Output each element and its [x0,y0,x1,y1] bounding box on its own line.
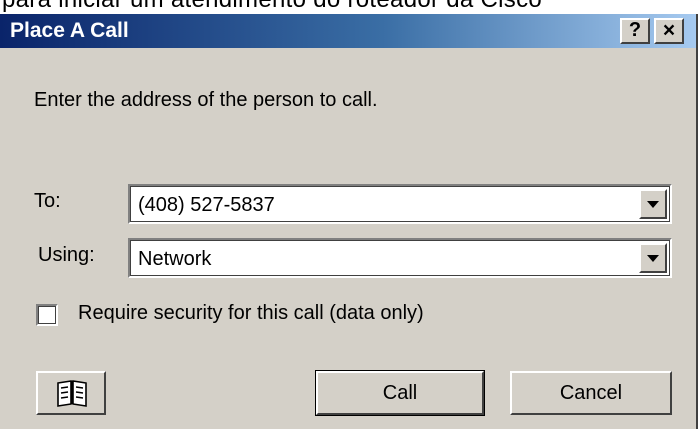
using-value[interactable]: Network [138,248,211,271]
chevron-down-icon [647,255,659,262]
using-dropdown-button[interactable] [639,243,667,273]
cancel-button[interactable]: Cancel [510,371,672,415]
dialog-title: Place A Call [10,19,129,42]
help-button[interactable]: ? [620,18,650,44]
to-value[interactable]: (408) 527-5837 [138,194,275,217]
chevron-down-icon [647,201,659,208]
address-book-icon [57,380,87,407]
caption-text: para iniciar um atendimento do roteador … [2,0,542,14]
place-call-dialog: Place A Call ? × Enter the address of th… [0,14,698,429]
using-label: Using: [38,244,95,266]
to-label: To: [34,190,61,212]
close-button[interactable]: × [654,18,684,44]
to-combobox[interactable]: (408) 527-5837 [128,184,672,224]
using-combobox[interactable]: Network [128,238,672,278]
instruction-text: Enter the address of the person to call. [34,89,378,111]
security-checkbox-label[interactable]: Require security for this call (data onl… [78,302,424,325]
call-button[interactable]: Call [315,370,485,416]
to-dropdown-button[interactable] [639,189,667,219]
page: para iniciar um atendimento do roteador … [0,0,698,435]
address-book-button[interactable] [36,371,106,415]
title-bar[interactable]: Place A Call ? × [0,14,696,48]
security-checkbox[interactable] [36,304,58,326]
